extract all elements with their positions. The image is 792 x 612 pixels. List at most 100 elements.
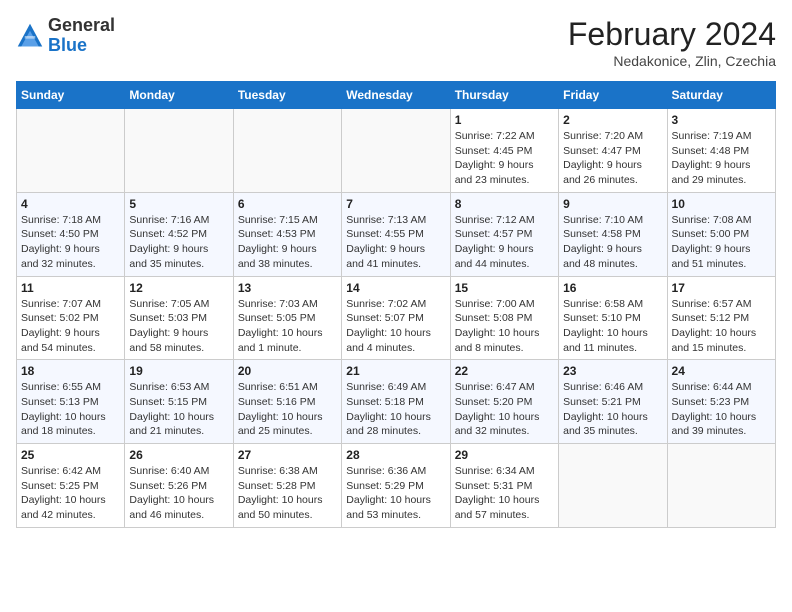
- day-cell: 6 Sunrise: 7:15 AM Sunset: 4:53 PM Daylig…: [233, 192, 341, 276]
- day-number: 12: [129, 281, 228, 295]
- day-info: Sunrise: 6:58 AM Sunset: 5:10 PM Dayligh…: [563, 297, 662, 356]
- col-header-tuesday: Tuesday: [233, 82, 341, 109]
- month-title: February 2024: [568, 16, 776, 53]
- day-info: Sunrise: 6:53 AM Sunset: 5:15 PM Dayligh…: [129, 380, 228, 439]
- day-number: 15: [455, 281, 554, 295]
- day-cell: 20 Sunrise: 6:51 AM Sunset: 5:16 PM Dayli…: [233, 360, 341, 444]
- day-cell: [342, 109, 450, 193]
- day-info: Sunrise: 7:22 AM Sunset: 4:45 PM Dayligh…: [455, 129, 554, 188]
- day-cell: 1 Sunrise: 7:22 AM Sunset: 4:45 PM Daylig…: [450, 109, 558, 193]
- calendar-table: SundayMondayTuesdayWednesdayThursdayFrid…: [16, 81, 776, 528]
- day-cell: 14 Sunrise: 7:02 AM Sunset: 5:07 PM Dayli…: [342, 276, 450, 360]
- day-info: Sunrise: 6:47 AM Sunset: 5:20 PM Dayligh…: [455, 380, 554, 439]
- day-cell: [233, 109, 341, 193]
- day-info: Sunrise: 6:40 AM Sunset: 5:26 PM Dayligh…: [129, 464, 228, 523]
- logo: General Blue: [16, 16, 115, 56]
- day-number: 19: [129, 364, 228, 378]
- day-cell: 25Sunrise: 6:42 AM Sunset: 5:25 PM Dayli…: [17, 444, 125, 528]
- day-cell: 26 Sunrise: 6:40 AM Sunset: 5:26 PM Dayli…: [125, 444, 233, 528]
- day-info: Sunrise: 7:16 AM Sunset: 4:52 PM Dayligh…: [129, 213, 228, 272]
- day-info: Sunrise: 7:05 AM Sunset: 5:03 PM Dayligh…: [129, 297, 228, 356]
- day-info: Sunrise: 6:38 AM Sunset: 5:28 PM Dayligh…: [238, 464, 337, 523]
- day-cell: 23 Sunrise: 6:46 AM Sunset: 5:21 PM Dayli…: [559, 360, 667, 444]
- day-info: Sunrise: 6:42 AM Sunset: 5:25 PM Dayligh…: [21, 464, 120, 523]
- week-row: 1 Sunrise: 7:22 AM Sunset: 4:45 PM Daylig…: [17, 109, 776, 193]
- day-cell: 28Sunrise: 6:36 AM Sunset: 5:29 PM Dayli…: [342, 444, 450, 528]
- day-info: Sunrise: 7:07 AM Sunset: 5:02 PM Dayligh…: [21, 297, 120, 356]
- col-header-thursday: Thursday: [450, 82, 558, 109]
- week-row: 18 Sunrise: 6:55 AM Sunset: 5:13 PM Dayli…: [17, 360, 776, 444]
- day-cell: 8Sunrise: 7:12 AM Sunset: 4:57 PM Daylig…: [450, 192, 558, 276]
- day-number: 18: [21, 364, 120, 378]
- header-row: SundayMondayTuesdayWednesdayThursdayFrid…: [17, 82, 776, 109]
- day-info: Sunrise: 6:34 AM Sunset: 5:31 PM Dayligh…: [455, 464, 554, 523]
- day-info: Sunrise: 7:15 AM Sunset: 4:53 PM Dayligh…: [238, 213, 337, 272]
- day-number: 1: [455, 113, 554, 127]
- day-cell: 12 Sunrise: 7:05 AM Sunset: 5:03 PM Dayli…: [125, 276, 233, 360]
- page-header: General Blue February 2024 Nedakonice, Z…: [16, 16, 776, 69]
- day-cell: 21 Sunrise: 6:49 AM Sunset: 5:18 PM Dayli…: [342, 360, 450, 444]
- day-info: Sunrise: 6:44 AM Sunset: 5:23 PM Dayligh…: [672, 380, 771, 439]
- day-number: 2: [563, 113, 662, 127]
- day-info: Sunrise: 7:20 AM Sunset: 4:47 PM Dayligh…: [563, 129, 662, 188]
- day-info: Sunrise: 6:49 AM Sunset: 5:18 PM Dayligh…: [346, 380, 445, 439]
- day-cell: [667, 444, 775, 528]
- day-cell: 17Sunrise: 6:57 AM Sunset: 5:12 PM Dayli…: [667, 276, 775, 360]
- col-header-friday: Friday: [559, 82, 667, 109]
- col-header-saturday: Saturday: [667, 82, 775, 109]
- day-cell: 18 Sunrise: 6:55 AM Sunset: 5:13 PM Dayli…: [17, 360, 125, 444]
- day-number: 10: [672, 197, 771, 211]
- day-cell: [559, 444, 667, 528]
- title-block: February 2024 Nedakonice, Zlin, Czechia: [568, 16, 776, 69]
- day-cell: 10 Sunrise: 7:08 AM Sunset: 5:00 PM Dayli…: [667, 192, 775, 276]
- day-number: 24: [672, 364, 771, 378]
- day-number: 27: [238, 448, 337, 462]
- day-info: Sunrise: 7:00 AM Sunset: 5:08 PM Dayligh…: [455, 297, 554, 356]
- week-row: 4Sunrise: 7:18 AM Sunset: 4:50 PM Daylig…: [17, 192, 776, 276]
- day-info: Sunrise: 7:13 AM Sunset: 4:55 PM Dayligh…: [346, 213, 445, 272]
- day-number: 5: [129, 197, 228, 211]
- day-cell: 2 Sunrise: 7:20 AM Sunset: 4:47 PM Daylig…: [559, 109, 667, 193]
- day-number: 9: [563, 197, 662, 211]
- day-info: Sunrise: 7:08 AM Sunset: 5:00 PM Dayligh…: [672, 213, 771, 272]
- day-number: 6: [238, 197, 337, 211]
- day-info: Sunrise: 7:03 AM Sunset: 5:05 PM Dayligh…: [238, 297, 337, 356]
- week-row: 25Sunrise: 6:42 AM Sunset: 5:25 PM Dayli…: [17, 444, 776, 528]
- day-cell: [17, 109, 125, 193]
- col-header-wednesday: Wednesday: [342, 82, 450, 109]
- day-cell: 3 Sunrise: 7:19 AM Sunset: 4:48 PM Daylig…: [667, 109, 775, 193]
- day-number: 17: [672, 281, 771, 295]
- day-number: 28: [346, 448, 445, 462]
- subtitle: Nedakonice, Zlin, Czechia: [568, 53, 776, 69]
- day-info: Sunrise: 6:55 AM Sunset: 5:13 PM Dayligh…: [21, 380, 120, 439]
- day-info: Sunrise: 7:02 AM Sunset: 5:07 PM Dayligh…: [346, 297, 445, 356]
- day-info: Sunrise: 7:19 AM Sunset: 4:48 PM Dayligh…: [672, 129, 771, 188]
- day-info: Sunrise: 6:51 AM Sunset: 5:16 PM Dayligh…: [238, 380, 337, 439]
- day-cell: 9 Sunrise: 7:10 AM Sunset: 4:58 PM Daylig…: [559, 192, 667, 276]
- day-cell: 24 Sunrise: 6:44 AM Sunset: 5:23 PM Dayli…: [667, 360, 775, 444]
- logo-general: General: [48, 15, 115, 35]
- col-header-sunday: Sunday: [17, 82, 125, 109]
- day-info: Sunrise: 7:10 AM Sunset: 4:58 PM Dayligh…: [563, 213, 662, 272]
- day-info: Sunrise: 7:12 AM Sunset: 4:57 PM Dayligh…: [455, 213, 554, 272]
- day-cell: 27 Sunrise: 6:38 AM Sunset: 5:28 PM Dayli…: [233, 444, 341, 528]
- day-number: 11: [21, 281, 120, 295]
- day-number: 14: [346, 281, 445, 295]
- day-cell: 11 Sunrise: 7:07 AM Sunset: 5:02 PM Dayli…: [17, 276, 125, 360]
- calendar-header: SundayMondayTuesdayWednesdayThursdayFrid…: [17, 82, 776, 109]
- day-number: 3: [672, 113, 771, 127]
- day-cell: 19 Sunrise: 6:53 AM Sunset: 5:15 PM Dayli…: [125, 360, 233, 444]
- day-number: 20: [238, 364, 337, 378]
- day-number: 29: [455, 448, 554, 462]
- day-number: 21: [346, 364, 445, 378]
- day-info: Sunrise: 7:18 AM Sunset: 4:50 PM Dayligh…: [21, 213, 120, 272]
- day-number: 13: [238, 281, 337, 295]
- day-info: Sunrise: 6:46 AM Sunset: 5:21 PM Dayligh…: [563, 380, 662, 439]
- day-number: 7: [346, 197, 445, 211]
- day-number: 23: [563, 364, 662, 378]
- day-number: 22: [455, 364, 554, 378]
- logo-text: General Blue: [48, 16, 115, 56]
- day-number: 26: [129, 448, 228, 462]
- week-row: 11 Sunrise: 7:07 AM Sunset: 5:02 PM Dayli…: [17, 276, 776, 360]
- calendar-body: 1 Sunrise: 7:22 AM Sunset: 4:45 PM Daylig…: [17, 109, 776, 528]
